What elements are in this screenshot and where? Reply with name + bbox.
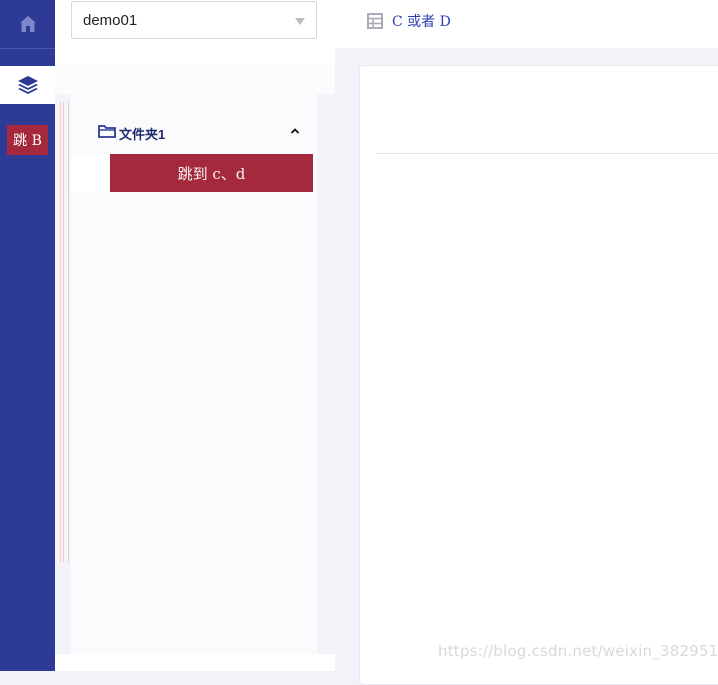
guide-lines <box>60 102 70 562</box>
chevron-up-icon[interactable] <box>289 126 301 136</box>
home-button[interactable] <box>0 0 55 48</box>
layers-button[interactable] <box>0 66 55 104</box>
nav-rail: 跳 B <box>0 0 55 671</box>
watermark-text: https://blog.csdn.net/weixin_38295104 <box>438 642 718 660</box>
rail-divider <box>0 48 55 49</box>
tree-row-spacer <box>71 154 110 192</box>
project-select-value: demo01 <box>83 12 138 29</box>
folder-icon <box>98 125 116 138</box>
page-title: C 或者 D <box>392 14 451 30</box>
content-divider <box>376 153 718 154</box>
project-select[interactable]: demo01 <box>71 1 317 39</box>
layers-icon <box>17 76 38 94</box>
folder-tree: 文件夹1 跳到 c、d <box>71 94 317 654</box>
chevron-down-icon <box>295 18 305 25</box>
folder-item[interactable]: 文件夹1 <box>71 120 317 144</box>
content-card <box>359 65 718 685</box>
jump-b-button[interactable]: 跳 B <box>7 125 48 155</box>
header: C 或者 D <box>335 0 718 48</box>
sidebar-band <box>55 64 335 94</box>
folder-label: 文件夹1 <box>119 127 166 142</box>
home-icon <box>19 16 36 32</box>
grid-icon <box>367 13 383 29</box>
jump-cd-button[interactable]: 跳到 c、d <box>110 154 313 192</box>
sidebar: demo01 文件夹1 跳到 c、d <box>55 0 335 671</box>
